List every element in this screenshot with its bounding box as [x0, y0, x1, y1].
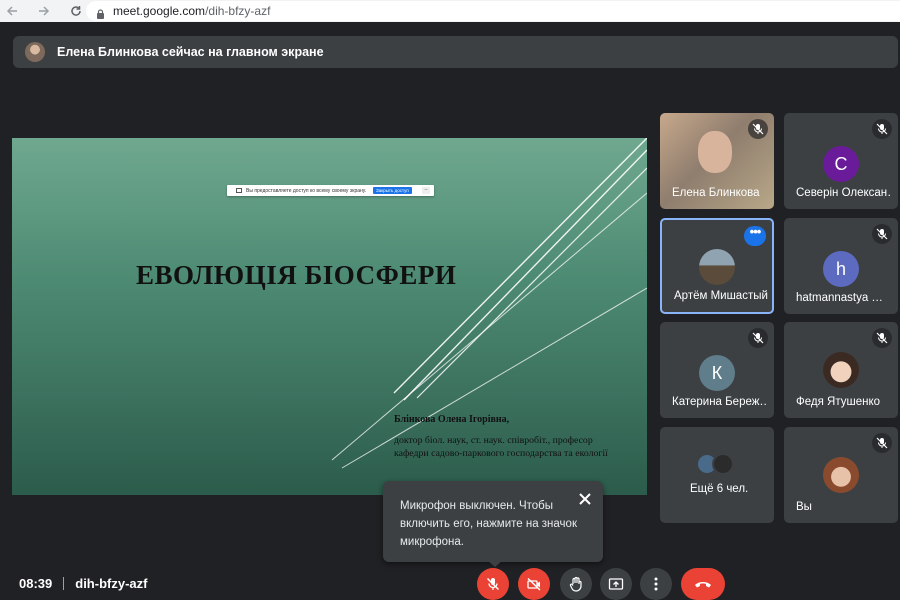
- participant-name: Елена Блинкова: [672, 187, 760, 199]
- microphone-toggle-button[interactable]: [477, 568, 509, 600]
- slide-author-department: кафедри садово-паркового господарства та…: [394, 448, 608, 459]
- stacked-avatars: [696, 453, 740, 475]
- mic-off-icon: [748, 119, 768, 139]
- participant-tile-active[interactable]: ••• Артём Мишастый: [660, 218, 774, 314]
- meeting-code[interactable]: dih-bfzy-azf: [75, 576, 147, 591]
- participant-tile[interactable]: Федя Ятушенко: [784, 322, 898, 418]
- present-screen-button[interactable]: [600, 568, 632, 600]
- avatar: [823, 352, 859, 388]
- participant-name: hatmannastya …: [796, 292, 883, 304]
- present-icon: [608, 578, 624, 590]
- raise-hand-button[interactable]: [560, 568, 592, 600]
- mic-off-icon: [872, 328, 892, 348]
- presentation-banner: Елена Блинкова сейчас на главном экране: [13, 36, 898, 68]
- more-vert-icon: [654, 577, 658, 591]
- leave-call-button[interactable]: [681, 568, 725, 600]
- camera-toggle-button[interactable]: [518, 568, 550, 600]
- avatar: [712, 453, 734, 475]
- divider: [63, 577, 65, 590]
- meeting-time: 08:39: [19, 576, 53, 591]
- more-participants-label: Ещё 6 чел.: [690, 483, 749, 495]
- participant-tile[interactable]: С Северін Олексан…: [784, 113, 898, 209]
- participant-name: Вы: [796, 501, 812, 513]
- participant-name: Северін Олексан…: [796, 187, 892, 199]
- hide-notice-button[interactable]: –: [422, 187, 430, 194]
- mic-off-icon: [872, 224, 892, 244]
- url-path: /dih-bfzy-azf: [205, 4, 271, 18]
- participant-tile[interactable]: Елена Блинкова: [660, 113, 774, 209]
- share-notice-icon: [236, 188, 242, 193]
- lock-icon: [96, 6, 105, 19]
- mic-muted-toast: Микрофон выключен. Чтобы включить его, н…: [383, 481, 603, 567]
- hand-icon: [569, 576, 582, 592]
- url-text: meet.google.com/dih-bfzy-azf: [113, 4, 270, 18]
- participant-tile[interactable]: h hatmannastya …: [784, 218, 898, 314]
- browser-toolbar: meet.google.com/dih-bfzy-azf: [0, 0, 900, 22]
- slide-author-title: доктор біол. наук, ст. наук. співробіт.,…: [394, 435, 593, 446]
- toast-text: Микрофон выключен. Чтобы включить его, н…: [400, 500, 577, 548]
- back-arrow-icon[interactable]: [0, 0, 24, 22]
- banner-text: Елена Блинкова сейчас на главном экране: [57, 45, 324, 59]
- mic-off-icon: [872, 119, 892, 139]
- url-host: meet.google.com: [113, 4, 206, 18]
- toast-pointer: [487, 560, 503, 567]
- more-options-button[interactable]: [640, 568, 672, 600]
- participant-tile[interactable]: К Катерина Береж…: [660, 322, 774, 418]
- close-icon[interactable]: [576, 490, 594, 508]
- participant-name: Артём Мишастый: [674, 290, 768, 302]
- participant-name: Катерина Береж…: [672, 396, 768, 408]
- presenter-avatar: [25, 42, 45, 62]
- share-notice-text: Вы предоставляете доступ ко всему своему…: [246, 187, 367, 194]
- participant-video: [698, 131, 732, 173]
- avatar: h: [823, 251, 859, 287]
- camera-off-icon: [527, 577, 541, 591]
- more-participants-tile[interactable]: Ещё 6 чел.: [660, 427, 774, 523]
- meeting-info: 08:39 dih-bfzy-azf: [19, 576, 147, 591]
- reload-icon[interactable]: [64, 0, 88, 22]
- mic-off-icon: [748, 328, 768, 348]
- stop-sharing-button[interactable]: Закрыть доступ: [373, 187, 412, 194]
- avatar: [823, 457, 859, 493]
- screen-share-notice: Вы предоставляете доступ ко всему своему…: [227, 185, 434, 196]
- avatar: К: [699, 355, 735, 391]
- participant-name: Федя Ятушенко: [796, 396, 880, 408]
- self-tile[interactable]: Вы: [784, 427, 898, 523]
- mic-off-icon: [486, 577, 500, 591]
- mic-off-icon: [872, 433, 892, 453]
- address-bar[interactable]: meet.google.com/dih-bfzy-azf: [86, 1, 900, 21]
- avatar: С: [823, 146, 859, 182]
- slide-title: ЕВОЛЮЦІЯ БІОСФЕРИ: [136, 260, 457, 290]
- avatar: [699, 249, 735, 285]
- forward-arrow-icon[interactable]: [32, 0, 56, 22]
- slide-author: Блінкова Олена Ігорівна,: [394, 414, 510, 425]
- more-options-icon[interactable]: •••: [744, 225, 766, 246]
- hang-up-icon: [695, 582, 711, 588]
- shared-screen: Вы предоставляете доступ ко всему своему…: [12, 138, 647, 495]
